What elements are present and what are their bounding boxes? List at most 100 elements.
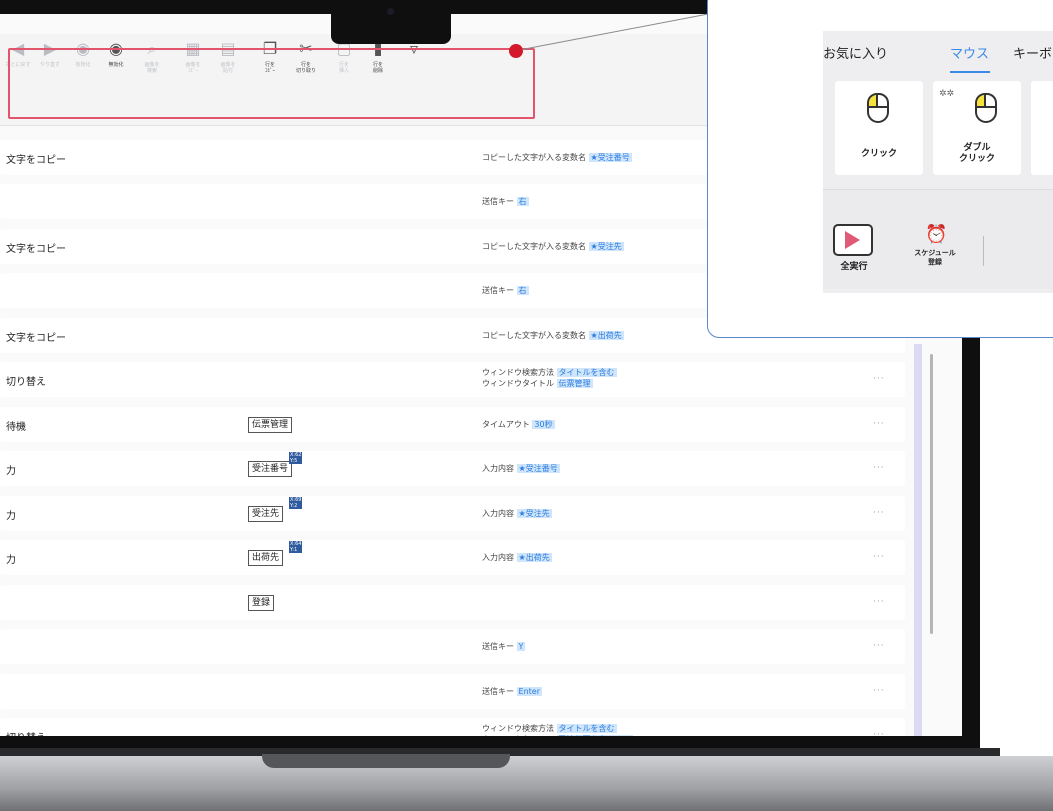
mouse-click-icon xyxy=(867,93,889,123)
element-capture[interactable]: 登録 xyxy=(248,595,275,611)
parameter-value: タイトルを含む xyxy=(556,368,617,377)
tab-mouse[interactable]: マウス xyxy=(950,43,989,62)
table-row[interactable]: 送信キー Enter ··· xyxy=(0,674,905,709)
parameter-label: ウィンドウタイトル xyxy=(482,735,554,736)
laptop-groove xyxy=(262,754,510,768)
row-more-button[interactable]: ··· xyxy=(873,419,885,429)
next-card[interactable] xyxy=(1031,81,1053,175)
sparkle-icon: ✲✲ xyxy=(939,89,955,99)
row-more-button[interactable]: ··· xyxy=(873,463,885,473)
action-name: 文字をコピー xyxy=(6,244,66,255)
action-name: 切り替え xyxy=(6,377,46,388)
mouse-double-click-icon xyxy=(975,93,997,123)
parameter-cell: ウィンドウ検索方法 タイトルを含むウィンドウタイトル 受注伝票入力リスト xyxy=(482,723,633,736)
schedule-label-2: 登録 xyxy=(928,258,942,266)
coordinate-badge: X:62 Y:5 xyxy=(289,452,303,464)
run-all-label: 全実行 xyxy=(840,262,868,272)
element-capture[interactable]: 出荷先 X:64 Y:1 xyxy=(248,541,303,566)
double-click-label-2: クリック xyxy=(958,154,995,164)
coordinate-badge: X:64 Y:1 xyxy=(289,541,303,553)
parameter-value: Y xyxy=(516,642,526,651)
parameter-value: ★出荷先 xyxy=(588,331,624,340)
parameter-label: ウィンドウタイトル xyxy=(482,379,554,388)
parameter-label: コピーした文字が入る変数名 xyxy=(482,153,586,162)
parameter-cell: コピーした文字が入る変数名 ★受注先 xyxy=(482,241,624,252)
alarm-clock-icon[interactable]: ⏰ xyxy=(925,224,947,245)
parameter-value: ★受注番号 xyxy=(588,153,632,162)
camera-icon xyxy=(387,8,394,15)
callout-popup: お気に入り マウス キーボ クリック ✲✲ ダブル クリック 全実行 ⏰ スケジ… xyxy=(707,0,1053,338)
parameter-line: ウィンドウタイトル 受注伝票入力リスト xyxy=(482,734,633,736)
parameter-cell: 送信キー Enter xyxy=(482,686,543,697)
parameter-value: ★受注先 xyxy=(516,509,552,518)
table-row[interactable]: 切り替え ウィンドウ検索方法 タイトルを含むウィンドウタイトル 受注伝票入力リスト… xyxy=(0,718,905,736)
parameter-line: ウィンドウタイトル 伝票管理 xyxy=(482,378,617,389)
action-name: 力 xyxy=(6,555,16,566)
coordinate-badge: X:69 Y:2 xyxy=(289,497,303,509)
parameter-value: ★受注先 xyxy=(588,242,624,251)
parameter-value: ★出荷先 xyxy=(516,553,552,562)
row-more-button[interactable]: ··· xyxy=(873,730,885,736)
parameter-cell: 入力内容 ★受注番号 xyxy=(482,463,560,474)
double-click-label-1: ダブル xyxy=(963,143,991,153)
action-name: 文字をコピー xyxy=(6,155,66,166)
camera-notch xyxy=(331,0,451,44)
table-row[interactable]: 力 受注番号 X:62 Y:5 入力内容 ★受注番号 ··· xyxy=(0,451,905,486)
parameter-cell: 送信キー 右 xyxy=(482,196,529,207)
toolbar-highlight-box xyxy=(8,48,535,119)
row-more-button[interactable]: ··· xyxy=(873,597,885,607)
action-name: 切り替え xyxy=(6,729,46,736)
parameter-label: ウィンドウ検索方法 xyxy=(482,724,554,733)
action-name: 待機 xyxy=(6,422,26,433)
table-row[interactable]: 待機 伝票管理 タイムアウト 30秒 ··· xyxy=(0,407,905,442)
element-capture[interactable]: 受注番号 X:62 Y:5 xyxy=(248,452,303,477)
laptop-base xyxy=(0,754,1053,811)
parameter-value: タイトルを含む xyxy=(556,724,617,733)
parameter-line: ウィンドウ検索方法 タイトルを含む xyxy=(482,367,617,378)
command-panel: お気に入り マウス キーボ クリック ✲✲ ダブル クリック 全実行 ⏰ スケジ… xyxy=(823,31,1053,293)
double-click-card[interactable]: ✲✲ ダブル クリック xyxy=(933,81,1021,175)
parameter-cell: タイムアウト 30秒 xyxy=(482,419,555,430)
parameter-cell: 入力内容 ★受注先 xyxy=(482,508,552,519)
parameter-label: 送信キー xyxy=(482,286,514,295)
tab-keyboard[interactable]: キーボ xyxy=(1013,43,1052,62)
row-more-button[interactable]: ··· xyxy=(873,641,885,651)
click-card[interactable]: クリック xyxy=(835,81,923,175)
parameter-cell: 送信キー Y xyxy=(482,641,526,652)
table-row[interactable]: 登録 ··· xyxy=(0,585,905,620)
action-name: 力 xyxy=(6,466,16,477)
row-more-button[interactable]: ··· xyxy=(873,686,885,696)
run-bar: 全実行 ⏰ スケジュール 登録 xyxy=(823,189,1053,289)
table-row[interactable]: 力 出荷先 X:64 Y:1 入力内容 ★出荷先 ··· xyxy=(0,540,905,575)
parameter-value: Enter xyxy=(516,687,543,696)
parameter-line: ウィンドウ検索方法 タイトルを含む xyxy=(482,723,633,734)
stage: ◀ もとに戻す ▶ やり直す ◉ 有効化 ◉ 無効化 ⌕ 画像を 検索 ▦ 画像を ｺﾋﾟｰ ▤ 画像を … xyxy=(0,0,1053,811)
action-name: 力 xyxy=(6,511,16,522)
parameter-label: 入力内容 xyxy=(482,464,514,473)
row-more-button[interactable]: ··· xyxy=(873,552,885,562)
parameter-label: ウィンドウ検索方法 xyxy=(482,368,554,377)
scroll-track[interactable] xyxy=(914,344,922,736)
table-row[interactable]: 切り替え ウィンドウ検索方法 タイトルを含む ウィンドウタイトル 伝票管理 ··· xyxy=(0,362,905,397)
parameter-value: 30秒 xyxy=(532,420,555,429)
tab-favorites[interactable]: お気に入り xyxy=(823,43,888,62)
parameter-cell: ウィンドウ検索方法 タイトルを含む ウィンドウタイトル 伝票管理 xyxy=(482,367,617,389)
tab-underline xyxy=(950,71,990,73)
parameter-label: 送信キー xyxy=(482,642,514,651)
parameter-label: コピーした文字が入る変数名 xyxy=(482,242,586,251)
divider xyxy=(983,236,984,266)
table-row[interactable]: 送信キー Y ··· xyxy=(0,629,905,664)
row-more-button[interactable]: ··· xyxy=(873,508,885,518)
scrollbar-thumb[interactable] xyxy=(930,354,933,634)
parameter-value: 伝票管理 xyxy=(556,379,593,388)
element-capture[interactable]: 受注先 X:69 Y:2 xyxy=(248,497,303,522)
play-icon[interactable] xyxy=(833,224,873,256)
row-more-button[interactable]: ··· xyxy=(873,374,885,384)
parameter-cell: 入力内容 ★出荷先 xyxy=(482,552,552,563)
parameter-value: 受注伝票入力リスト xyxy=(556,735,633,736)
callout-marker xyxy=(509,44,523,58)
table-row[interactable]: 力 受注先 X:69 Y:2 入力内容 ★受注先 ··· xyxy=(0,496,905,531)
action-name: 文字をコピー xyxy=(6,333,66,344)
element-capture[interactable]: 伝票管理 xyxy=(248,417,293,433)
parameter-label: 入力内容 xyxy=(482,553,514,562)
